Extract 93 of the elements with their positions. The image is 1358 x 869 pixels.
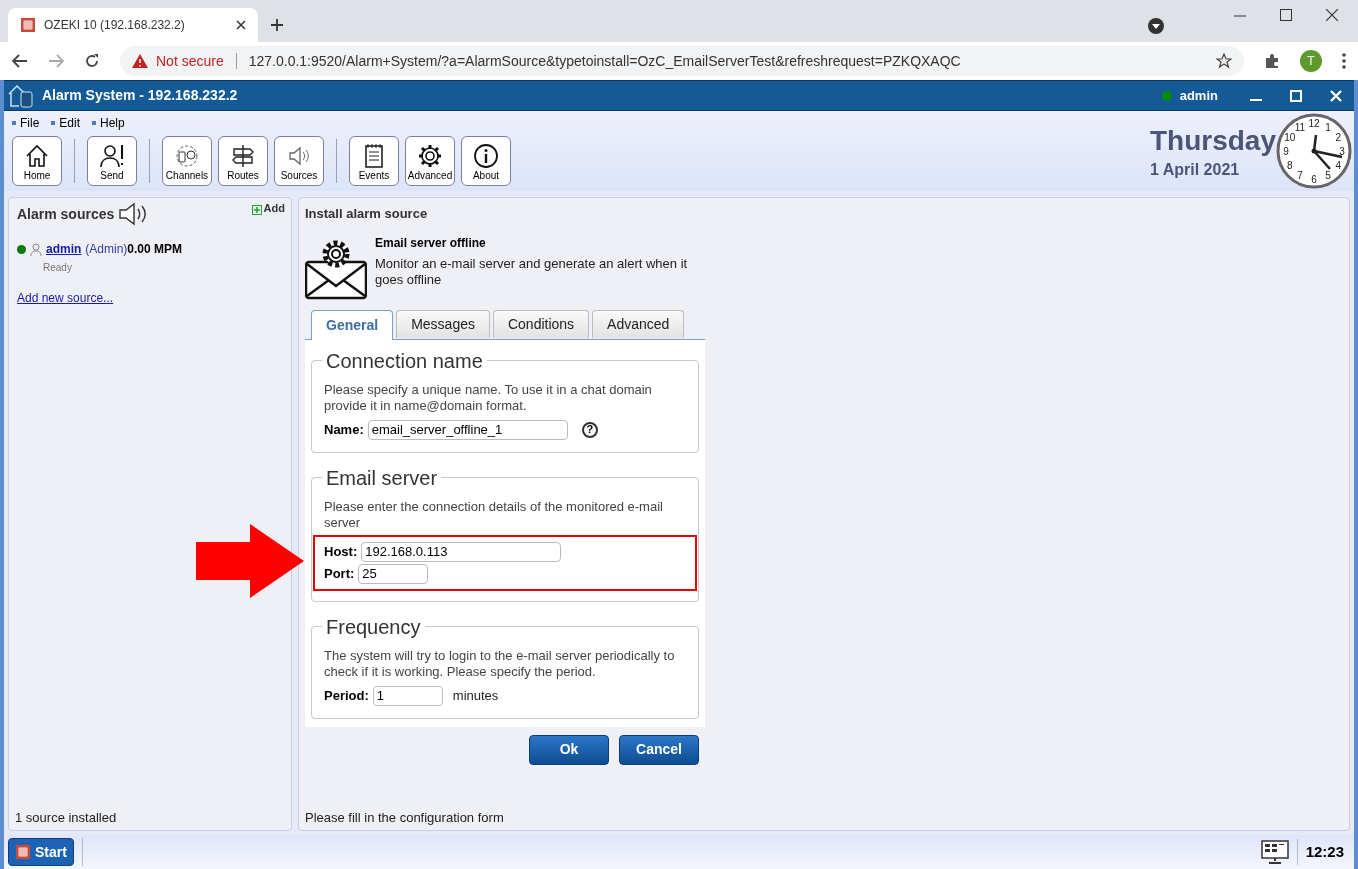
tab[interactable]: Conditions [492, 309, 590, 338]
add-source-link[interactable]: Add new source... [9, 289, 122, 307]
date-label: 1 April 2021 [1149, 160, 1240, 180]
house-icon [8, 83, 34, 108]
clock-number: 8 [1287, 160, 1293, 171]
new-tab-icon[interactable] [270, 18, 284, 32]
add-link[interactable]: Add [263, 200, 285, 217]
menu-item[interactable]: Help [100, 114, 125, 132]
field-label: Period: [324, 686, 369, 705]
puzzle-icon[interactable] [1264, 53, 1280, 69]
dialog-button[interactable]: Ok [529, 734, 609, 765]
clock-number: 10 [1284, 132, 1296, 143]
toolbar-button[interactable]: Events [349, 136, 399, 186]
grid-icon [15, 844, 31, 860]
tab[interactable]: Messages [396, 309, 490, 338]
toolbar-button[interactable]: Channels [162, 136, 212, 186]
clock-number: 6 [1311, 174, 1317, 185]
toolbar-button[interactable]: About [461, 136, 511, 186]
toolbar-button[interactable]: Send [87, 136, 137, 186]
clock-number: 11 [1294, 121, 1306, 133]
text-field[interactable]: 1 [372, 685, 443, 706]
panel-title: Install alarm source [304, 205, 429, 223]
url-text: 127.0.0.1:9520/Alarm+System/?a=AlarmSource&typetoinstall=OzC_EmailServerTest&refreshrequest=PZKQXAQC [248, 51, 962, 71]
browser-tab[interactable]: OZEKI 10 (192.168.232.2) [8, 8, 258, 42]
clock-hands [1311, 133, 1344, 171]
menu-item[interactable]: File [20, 114, 40, 132]
clock-number: 7 [1297, 170, 1303, 182]
panel-title: Alarm sources [17, 205, 115, 224]
field-label: Host: [324, 542, 358, 561]
info-icon [473, 143, 499, 169]
tab-title: OZEKI 10 (192.168.232.2) [44, 17, 186, 34]
status-text: Please fill in the configuration form [304, 808, 505, 827]
source-role: (Admin) [85, 241, 128, 258]
clock-number: 3 [1339, 146, 1345, 157]
menu-item[interactable]: Edit [59, 114, 81, 132]
back-icon[interactable] [12, 54, 28, 68]
user-name: admin [1179, 86, 1218, 105]
monitor-icon[interactable] [1260, 840, 1289, 864]
section-description: Please enter the connection details of the monitored e-mail server [324, 498, 664, 531]
house-icon [24, 143, 50, 169]
status-text: 1 source installed [14, 808, 118, 827]
section-title: Email server [325, 465, 439, 491]
clock-number: 5 [1325, 170, 1331, 182]
section-title: Connection name [325, 348, 484, 374]
section-description: Please specify a unique name. To use it in a chat domain provide it in name@domain format. [324, 381, 653, 414]
app-title: Alarm System - 192.168.232.2 [42, 86, 239, 105]
close-icon[interactable] [1326, 9, 1338, 21]
speaker-icon [118, 202, 149, 226]
text-field[interactable]: 192.168.0.113 [361, 541, 562, 562]
more-icon[interactable] [1342, 53, 1346, 69]
section-description: The system will try to login to the e-mail server periodically to check if it is working. Please specify the period. [324, 647, 676, 680]
plus-icon [251, 205, 262, 216]
clock-number: 12 [1308, 118, 1320, 129]
source-description: Monitor an e-mail server and generate an alert when it goes offline [375, 255, 689, 288]
start-button[interactable]: Start [8, 838, 74, 866]
clock-number: 2 [1335, 132, 1341, 143]
clock-number: 9 [1283, 146, 1289, 157]
toolbar-button[interactable]: Home [12, 136, 62, 186]
phone-headset-icon [174, 143, 200, 169]
source-title: Email server offline [375, 234, 487, 252]
section-title: Frequency [325, 614, 422, 640]
unit-label: minutes [452, 686, 499, 705]
clock-time: 12:23 [1305, 841, 1344, 862]
security-label: Not secure [156, 51, 224, 71]
toolbar-button[interactable]: Sources [274, 136, 324, 186]
source-status: Ready [42, 261, 73, 275]
text-field[interactable]: email_server_offline_1 [367, 419, 568, 440]
warning-icon [132, 54, 148, 68]
clock-number: 1 [1325, 121, 1331, 133]
tab[interactable]: Advanced [592, 309, 685, 338]
person-icon [30, 242, 42, 256]
source-link[interactable]: admin [46, 240, 82, 258]
signpost-icon [230, 143, 256, 169]
dialog-button[interactable]: Cancel [619, 734, 699, 765]
help-icon[interactable]: ? [581, 421, 598, 438]
day-label: Thursday [1149, 124, 1276, 158]
source-rate: 0.00 MPM [127, 241, 183, 258]
grid-icon [20, 17, 36, 33]
address-bar[interactable]: Not secure 127.0.0.1:9520/Alarm+System/?a=AlarmSource&typetoinstall=OzC_EmailServerTest&refreshrequest=PZKQXAQC [120, 46, 1244, 76]
toolbar-button[interactable]: Routes [218, 136, 268, 186]
star-icon[interactable] [1216, 53, 1232, 69]
clock-number: 4 [1335, 160, 1341, 171]
gear-icon [417, 143, 443, 169]
reload-icon[interactable] [84, 53, 100, 69]
tab[interactable]: General [311, 309, 394, 340]
field-label: Port: [324, 564, 355, 583]
person-alert-icon [99, 143, 125, 169]
close-icon[interactable] [236, 20, 246, 30]
dropdown-icon[interactable] [1148, 18, 1164, 34]
field-label: Name: [324, 420, 364, 439]
maximize-icon[interactable] [1280, 9, 1292, 21]
text-field[interactable]: 25 [358, 563, 429, 584]
toolbar-button[interactable]: Advanced [405, 136, 455, 186]
